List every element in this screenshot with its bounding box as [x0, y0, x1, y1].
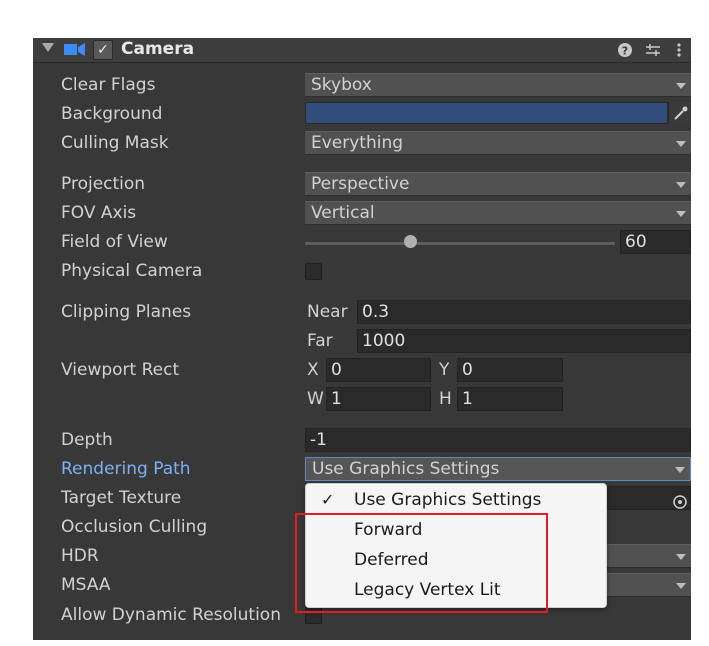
- projection-dropdown[interactable]: Perspective: [305, 172, 691, 196]
- preset-sliders-icon[interactable]: [643, 40, 663, 60]
- menu-item-legacy-vertex-lit[interactable]: Legacy Vertex Lit: [306, 577, 606, 605]
- background-color-swatch[interactable]: [306, 103, 667, 123]
- menu-item-use-graphics-settings[interactable]: ✓ Use Graphics Settings: [306, 487, 606, 515]
- checkmark-icon: ✓: [321, 490, 335, 509]
- field-of-view-input[interactable]: 60: [620, 230, 691, 254]
- near-value: 0.3: [362, 302, 390, 322]
- menu-item-label: Forward: [354, 520, 423, 540]
- object-picker-icon[interactable]: [669, 490, 691, 514]
- viewport-rect-label: Viewport Rect: [61, 360, 180, 380]
- menu-item-label: Legacy Vertex Lit: [354, 580, 501, 600]
- viewport-y-value: 0: [462, 360, 473, 380]
- field-of-view-slider-thumb[interactable]: [404, 235, 417, 248]
- chevron-down-icon: [676, 554, 686, 560]
- viewport-w-input[interactable]: 1: [326, 387, 431, 411]
- projection-value: Perspective: [311, 174, 410, 194]
- viewport-h-input[interactable]: 1: [457, 387, 563, 411]
- near-label: Near: [307, 302, 348, 322]
- kebab-menu-icon[interactable]: [673, 40, 685, 60]
- field-of-view-label: Field of View: [61, 232, 168, 252]
- chevron-down-icon: [676, 211, 686, 217]
- far-input[interactable]: 1000: [357, 329, 691, 353]
- menu-item-label: Deferred: [354, 550, 429, 570]
- field-of-view-slider-track[interactable]: [305, 242, 615, 245]
- far-value: 1000: [362, 331, 406, 351]
- allow-dynamic-resolution-checkbox[interactable]: [305, 607, 322, 624]
- rendering-path-dropdown[interactable]: Use Graphics Settings: [305, 457, 691, 481]
- rendering-path-value: Use Graphics Settings: [312, 459, 500, 479]
- depth-value: -1: [310, 430, 327, 450]
- background-color-field[interactable]: [305, 102, 691, 124]
- chevron-down-icon: [676, 583, 686, 589]
- eyedropper-icon: [674, 106, 688, 120]
- viewport-w-value: 1: [331, 389, 342, 409]
- svg-text:?: ?: [622, 45, 628, 58]
- culling-mask-label: Culling Mask: [61, 133, 169, 153]
- help-icon[interactable]: ?: [616, 40, 634, 60]
- physical-camera-checkbox[interactable]: [305, 263, 322, 280]
- culling-mask-dropdown[interactable]: Everything: [305, 131, 691, 155]
- fold-arrow-icon[interactable]: [42, 43, 54, 52]
- viewport-h-label: H: [439, 389, 452, 409]
- viewport-w-label: W: [307, 389, 324, 409]
- chevron-down-icon: [676, 182, 686, 188]
- viewport-y-label: Y: [439, 360, 450, 380]
- component-enabled-checkbox[interactable]: ✓: [93, 40, 113, 60]
- fov-axis-value: Vertical: [311, 203, 375, 223]
- occlusion-culling-label: Occlusion Culling: [61, 517, 208, 537]
- physical-camera-label: Physical Camera: [61, 261, 203, 281]
- target-texture-label: Target Texture: [61, 488, 182, 508]
- viewport-x-label: X: [307, 360, 319, 380]
- projection-label: Projection: [61, 174, 146, 194]
- viewport-h-value: 1: [462, 389, 473, 409]
- near-input[interactable]: 0.3: [357, 300, 691, 324]
- clipping-planes-label: Clipping Planes: [61, 302, 192, 322]
- allow-dynamic-resolution-label: Allow Dynamic Resolution: [61, 605, 281, 625]
- color-picker-button[interactable]: [669, 102, 691, 124]
- depth-input[interactable]: -1: [305, 428, 691, 452]
- far-label: Far: [307, 331, 333, 351]
- rendering-path-label: Rendering Path: [61, 459, 191, 479]
- msaa-label: MSAA: [61, 575, 111, 595]
- component-header[interactable]: ✓ Camera ?: [33, 38, 691, 63]
- viewport-y-input[interactable]: 0: [457, 358, 563, 382]
- menu-item-deferred[interactable]: Deferred: [306, 547, 606, 575]
- clear-flags-value: Skybox: [311, 75, 372, 95]
- hdr-label: HDR: [61, 546, 99, 566]
- component-title: Camera: [121, 39, 195, 59]
- menu-item-forward[interactable]: Forward: [306, 517, 606, 545]
- viewport-x-value: 0: [331, 360, 342, 380]
- fov-axis-label: FOV Axis: [61, 203, 137, 223]
- background-label: Background: [61, 104, 163, 124]
- viewport-x-input[interactable]: 0: [326, 358, 431, 382]
- culling-mask-value: Everything: [311, 133, 404, 153]
- depth-label: Depth: [61, 430, 113, 450]
- chevron-down-icon: [676, 141, 686, 147]
- clear-flags-dropdown[interactable]: Skybox: [305, 73, 691, 97]
- chevron-down-icon: [675, 467, 685, 473]
- chevron-down-icon: [676, 83, 686, 89]
- camera-icon: [64, 43, 85, 56]
- clear-flags-label: Clear Flags: [61, 75, 156, 95]
- field-of-view-value: 60: [625, 232, 647, 252]
- menu-item-label: Use Graphics Settings: [354, 490, 542, 510]
- rendering-path-popup-menu: ✓ Use Graphics Settings Forward Deferred…: [305, 483, 607, 608]
- fov-axis-dropdown[interactable]: Vertical: [305, 201, 691, 225]
